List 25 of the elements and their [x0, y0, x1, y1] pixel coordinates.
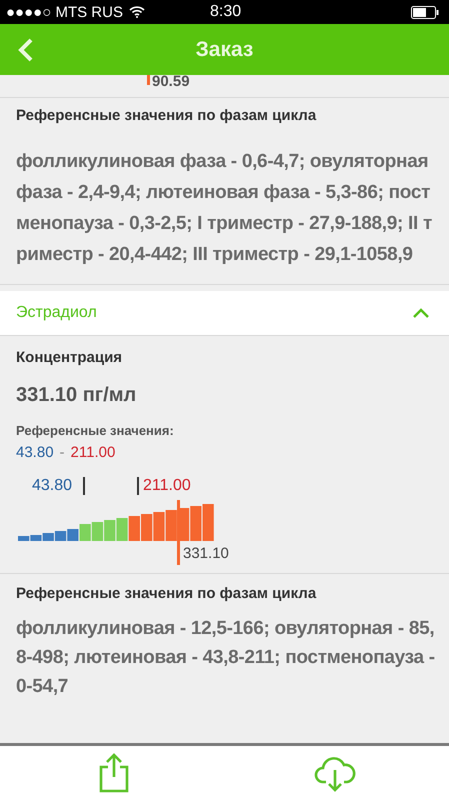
- carrier-text: ●●●●○ MTS RUS: [6, 4, 123, 20]
- download-icon[interactable]: [314, 754, 356, 792]
- reference-label: Референсные значения:: [16, 423, 175, 438]
- section-title: Эстрадиол: [16, 304, 97, 322]
- section-heading: Референсные значения по фазам цикла: [16, 584, 318, 604]
- back-icon[interactable]: [18, 38, 34, 62]
- scale-result-label: 331.10: [183, 545, 229, 562]
- range-high: 211.00: [70, 444, 116, 461]
- battery-icon: [411, 6, 439, 18]
- scale-low-label: 43.80: [32, 477, 72, 495]
- wifi-icon: [128, 6, 145, 18]
- chevron-icon: [413, 308, 429, 318]
- reference-text: фолликулиновая фаза - 0,6-4,7; овуляторная фаза - 2,4-9,4; лютеиновая фаза - 5,3-86; постменопауза - 0,3-2,5; I триместр - 27,9-188,9; II триместр - 20,4-442; III триместр - 29,1-1058,9: [16, 150, 433, 267]
- accordion-header[interactable]: Эстрадиол: [0, 291, 449, 336]
- concentration-label: Концентрация: [16, 348, 124, 368]
- result-value: 90.59: [152, 75, 190, 89]
- range-low: 43.80: [16, 444, 54, 461]
- share-icon[interactable]: [98, 753, 130, 793]
- header-title: Заказ: [196, 38, 254, 62]
- section-heading: Референсные значения по фазам цикла: [16, 106, 318, 126]
- clock-text: 8:30: [210, 3, 242, 21]
- range-separator: -: [60, 444, 65, 461]
- concentration-value: 331.10 пг/мл: [16, 384, 138, 407]
- reference-text: фолликулиновая - 12,5-166; овуляторная - 85,8-498; лютеиновая - 43,8-211; постменопауза - 0-54,7: [16, 617, 436, 699]
- scale-high-label: 211.00: [143, 477, 191, 495]
